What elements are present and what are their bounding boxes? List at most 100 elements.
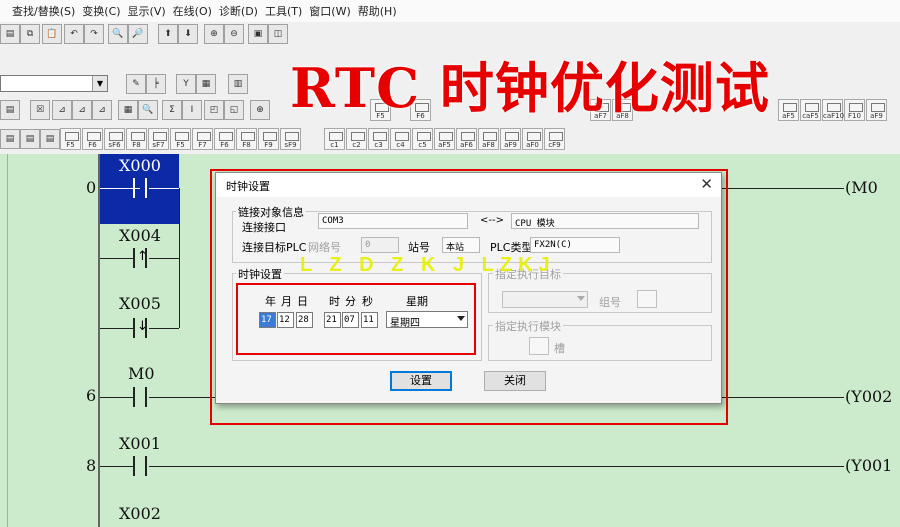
arrow-up-icon: ↑ — [137, 249, 148, 264]
fkey-row4-16[interactable]: c5 — [412, 128, 433, 150]
fkey-row4-3[interactable]: sF6 — [104, 128, 125, 150]
fkey-row4-19[interactable]: aF8 — [478, 128, 499, 150]
read-plc-icon[interactable]: ⬇ — [178, 24, 198, 44]
monitor-icon[interactable]: ▣ — [248, 24, 268, 44]
close-button[interactable]: 关闭 — [484, 371, 546, 391]
menu-view[interactable]: 显示(V) — [128, 3, 173, 19]
program-check-icon[interactable]: ▦ — [118, 100, 138, 120]
link-arrow: <--> — [480, 215, 504, 226]
fkey-row4-1[interactable]: F5 — [60, 128, 81, 150]
fkey-caF10[interactable]: caF10 — [822, 99, 844, 121]
coil[interactable]: (M0 — [845, 178, 878, 197]
unit-label: 组号 — [599, 296, 621, 309]
fkey-row4-12[interactable]: c1 — [324, 128, 345, 150]
fkey-row4-5[interactable]: sF7 — [148, 128, 169, 150]
ladder-delete-icon[interactable]: ⊿ — [72, 100, 92, 120]
comment-icon[interactable]: ✎ — [126, 74, 146, 94]
fkey-F10[interactable]: F10 — [844, 99, 865, 121]
fkey-row4-15[interactable]: c4 — [390, 128, 411, 150]
coil[interactable]: (Y002 — [845, 387, 892, 406]
window-alt-icon[interactable]: ◱ — [224, 100, 244, 120]
new-icon[interactable]: ▤ — [0, 24, 20, 44]
list-view-alt-icon[interactable]: ▦ — [196, 74, 216, 94]
menu-diagnostics[interactable]: 诊断(D) — [219, 3, 265, 19]
fkey-row4-20[interactable]: aF9 — [500, 128, 521, 150]
rung-icon[interactable]: ▤ — [0, 129, 20, 149]
menu-online[interactable]: 在线(O) — [173, 3, 219, 19]
copy-icon[interactable]: ⧉ — [20, 24, 40, 44]
network-label: 网络号 — [308, 241, 341, 254]
fkey-row4-11[interactable]: sF9 — [280, 128, 301, 150]
no-contact[interactable] — [133, 387, 147, 407]
device-search-icon[interactable]: 🔍 — [138, 100, 158, 120]
fkey-aF9[interactable]: aF9 — [866, 99, 887, 121]
rung-wire — [149, 258, 179, 259]
fkey-row4-21[interactable]: aF0 — [522, 128, 543, 150]
zoom-out-icon[interactable]: ⊖ — [224, 24, 244, 44]
coil[interactable]: (Y001 — [845, 456, 892, 475]
fkey-row4-10[interactable]: F9 — [258, 128, 279, 150]
fkey-row4-6[interactable]: F5 — [170, 128, 191, 150]
toolbar-row-1: ▤ ⧉ 📋 ↶ ↷ 🔍 🔎 ⬆ ⬇ ⊕ ⊖ ▣ ◫ — [0, 22, 900, 46]
fkey-row4-18[interactable]: aF6 — [456, 128, 477, 150]
fkey-row4-13[interactable]: c2 — [346, 128, 367, 150]
fkey-row4-2[interactable]: F6 — [82, 128, 103, 150]
write-plc-icon[interactable]: ⬆ — [158, 24, 178, 44]
paste-icon[interactable]: 📋 — [42, 24, 62, 44]
editor-gutter — [0, 154, 8, 527]
ladder-view-icon[interactable]: ╞ — [146, 74, 166, 94]
plc-type-label: PLC类型 — [490, 241, 533, 254]
find-instruction-icon[interactable]: 🔎 — [128, 24, 148, 44]
rung-alt-icon[interactable]: ▤ — [20, 129, 40, 149]
find-device-icon[interactable]: 🔍 — [108, 24, 128, 44]
toggle-icon[interactable]: ▤ — [0, 100, 20, 120]
fkey-aF5[interactable]: aF5 — [778, 99, 799, 121]
undo-icon[interactable]: ↶ — [64, 24, 84, 44]
fkey-row4-7[interactable]: F7 — [192, 128, 213, 150]
redo-icon[interactable]: ↷ — [84, 24, 104, 44]
set-button[interactable]: 设置 — [390, 371, 452, 391]
monitor-write-icon[interactable]: ◫ — [268, 24, 288, 44]
no-contact[interactable] — [133, 178, 147, 198]
zoom-icon[interactable]: ⊕ — [250, 100, 270, 120]
clock-highlight — [236, 283, 476, 355]
program-combo[interactable]: ▼ — [0, 75, 108, 92]
ladder-insert-icon[interactable]: ⊿ — [52, 100, 72, 120]
zoom-in-icon[interactable]: ⊕ — [204, 24, 224, 44]
chevron-down-icon — [577, 296, 585, 301]
overlay-title: RTC 时钟优化测试 — [290, 56, 770, 120]
sfc-view-icon[interactable]: ▥ — [228, 74, 248, 94]
exec-target-select — [502, 291, 588, 308]
fkey-row4-22[interactable]: cF9 — [544, 128, 565, 150]
fkey-row4-8[interactable]: F6 — [214, 128, 235, 150]
menu-tools[interactable]: 工具(T) — [265, 3, 309, 19]
rung-wire — [722, 188, 844, 189]
io-icon[interactable]: Ι — [182, 100, 202, 120]
fkey-caF5[interactable]: caF5 — [800, 99, 821, 121]
menu-help[interactable]: 帮助(H) — [358, 3, 404, 19]
ladder-line-icon[interactable]: ⊿ — [92, 100, 112, 120]
menu-convert[interactable]: 变换(C) — [82, 3, 127, 19]
rung-wire — [100, 397, 133, 398]
unit-field — [637, 290, 657, 308]
list-view-icon[interactable]: Y — [176, 74, 196, 94]
fkey-row4-17[interactable]: aF5 — [434, 128, 455, 150]
fkey-row4-9[interactable]: F8 — [236, 128, 257, 150]
step-number: 8 — [86, 456, 97, 475]
fkey-row4-4[interactable]: F8 — [126, 128, 147, 150]
coil-label: M0 — [851, 178, 878, 197]
no-contact[interactable] — [133, 456, 147, 476]
window-icon[interactable]: ◰ — [204, 100, 224, 120]
rung-tag-icon[interactable]: ▤ — [40, 129, 60, 149]
slot-label: 槽 — [554, 342, 565, 355]
menu-find-replace[interactable]: 查找/替换(S) — [12, 3, 82, 19]
step-icon[interactable]: Σ — [162, 100, 182, 120]
close-icon[interactable]: ✕ — [700, 175, 713, 193]
rung-wire — [149, 466, 844, 467]
chevron-down-icon: ▼ — [92, 76, 107, 91]
fkey-row4-14[interactable]: c3 — [368, 128, 389, 150]
station-label: 站号 — [408, 241, 430, 254]
check-icon[interactable]: ☒ — [30, 100, 50, 120]
menu-window[interactable]: 窗口(W) — [309, 3, 357, 19]
toolbar-row-4: ▤ ▤ ▤ F5 F6 sF6 F8 sF7 F5 F7 F6 F8 F9 sF… — [0, 127, 900, 151]
